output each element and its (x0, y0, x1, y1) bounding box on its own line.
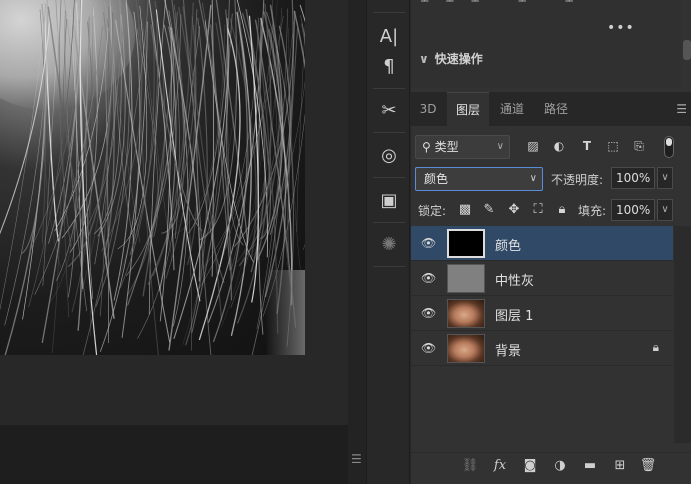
layers-bottom-bar: ⛓ fx ◙ ◑ ▬ ⊞ 🗑︎ (411, 452, 691, 478)
filter-toggle[interactable] (664, 136, 674, 158)
paragraph-panel-icon[interactable]: ¶ (367, 56, 411, 77)
panel-dock-strip: A| ¶ ✂ ◎ ▣ ✺ (366, 0, 410, 484)
filter-kind-label: 类型 (434, 140, 459, 154)
adjustment-layer-icon[interactable]: ◑ (551, 457, 569, 475)
lock-position-move-icon[interactable]: ✥ (506, 202, 522, 218)
trash-icon[interactable]: 🗑︎ (639, 457, 657, 475)
panel-menu-icon[interactable]: ☰ (351, 452, 362, 466)
layer-row[interactable]: 👁︎ 背景 🔒︎ (411, 331, 673, 366)
dock-separator (373, 88, 405, 89)
pixel-filter-icon[interactable]: ▨ (525, 138, 541, 154)
hair-strand (0, 21, 45, 311)
tool-presets-icon[interactable]: ✂ (367, 100, 411, 121)
eye-icon[interactable]: 👁︎ (421, 271, 436, 285)
layer-thumbnail[interactable] (447, 264, 485, 293)
new-layer-icon[interactable]: ⊞ (611, 457, 629, 475)
eye-icon[interactable]: 👁︎ (421, 341, 436, 355)
type-filter-icon[interactable]: T (579, 138, 595, 154)
blend-mode-select[interactable]: 颜色 ∨ (415, 167, 543, 191)
tab-paths[interactable]: 路径 (535, 92, 577, 126)
tab-layers[interactable]: 图层 (447, 92, 489, 126)
eye-icon[interactable]: 👁︎ (421, 236, 436, 250)
fill-input[interactable]: 100% (611, 199, 655, 221)
layer-name[interactable]: 颜色 (495, 235, 521, 254)
adjustment-filter-icon[interactable]: ◐ (551, 138, 567, 154)
layer-name[interactable]: 图层 1 (495, 305, 533, 324)
lock-all-icon[interactable]: 🔒︎ (554, 202, 570, 218)
lock-image-brush-icon[interactable]: ✎ (481, 202, 497, 218)
opacity-input[interactable]: 100% (611, 167, 655, 189)
fill-dropdown[interactable]: ∨ (657, 199, 673, 221)
dock-separator (373, 266, 405, 267)
opacity-label: 不透明度: (551, 173, 604, 187)
hair-strand (296, 22, 305, 233)
panel-scrollbar[interactable] (683, 40, 691, 60)
more-icon[interactable]: ••• (607, 20, 635, 36)
tab-channels[interactable]: 通道 (491, 92, 533, 126)
lock-artboard-icon[interactable]: ⛶ (530, 202, 546, 218)
link-layers-icon[interactable]: ⛓ (461, 457, 479, 475)
blend-mode-value: 颜色 (424, 172, 449, 186)
canvas-scrollbar[interactable]: ☰ (348, 0, 366, 484)
opacity-dropdown[interactable]: ∨ (657, 167, 673, 189)
fx-icon[interactable]: fx (491, 457, 509, 475)
hair-strand (127, 26, 175, 306)
hair-strands (0, 0, 305, 355)
layer-name[interactable]: 中性灰 (495, 270, 534, 289)
layer-thumbnail[interactable] (447, 334, 485, 363)
layers-list: 👁︎ 颜色 👁︎ 中性灰 👁︎ 图层 1 👁︎ 背景 🔒︎ (411, 226, 673, 366)
chevron-down-icon: ∨ (496, 141, 504, 152)
adjust-icon[interactable]: ◎ (367, 145, 411, 166)
layer-name[interactable]: 背景 (495, 340, 521, 359)
hair-photo[interactable] (0, 0, 305, 355)
layer-row[interactable]: 👁︎ 图层 1 (411, 296, 673, 331)
blend-row: 颜色 ∨ 不透明度: 100% ∨ (411, 165, 691, 193)
layer-filter-row: ⚲ 类型 ∨ ▨ ◐ T ⬚ ⎘ (411, 132, 691, 162)
photo-edge-shade (265, 270, 305, 355)
layer-thumbnail[interactable] (447, 299, 485, 328)
layer-mask-icon[interactable]: ◙ (521, 457, 539, 475)
tab-3d[interactable]: 3D (411, 92, 445, 126)
dock-separator (373, 12, 405, 13)
stamp-icon[interactable]: ▣ (367, 190, 411, 211)
hair-strand (111, 14, 135, 245)
chevron-down-icon: ∨ (419, 52, 429, 66)
layer-row[interactable]: 👁︎ 颜色 (411, 226, 673, 261)
canvas-pasteboard (0, 425, 348, 484)
layers-scrollbar[interactable] (674, 226, 691, 443)
hamburger-menu-icon[interactable]: ☰ (676, 102, 687, 116)
folder-icon[interactable]: ▬ (581, 457, 599, 475)
lock-icon[interactable]: 🔒︎ (653, 340, 659, 355)
lock-transparent-icon[interactable]: ▩ (457, 202, 473, 218)
character-panel-icon[interactable]: A| (367, 26, 411, 47)
right-panels: ┴┴┴ ┴ ┴ ••• ∨ 快速操作 3D 图层 通道 路径 ☰ ⚲ 类型 ∨ ▨… (411, 0, 691, 484)
filter-kind-select[interactable]: ⚲ 类型 ∨ (415, 135, 510, 159)
hair-strand (142, 11, 179, 297)
dock-separator (373, 222, 405, 223)
lock-label: 锁定: (418, 204, 447, 218)
chevron-down-icon: ∨ (529, 173, 537, 184)
lock-row: 锁定: ▩ ✎ ✥ ⛶ 🔒︎ 填充: 100% ∨ (411, 197, 691, 223)
dock-separator (373, 177, 405, 178)
layer-row[interactable]: 👁︎ 中性灰 (411, 261, 673, 296)
document-canvas[interactable] (0, 0, 348, 484)
hair-strand (0, 14, 51, 235)
brightness-icon[interactable]: ✺ (367, 234, 411, 255)
eye-icon[interactable]: 👁︎ (421, 306, 436, 320)
smart-object-filter-icon[interactable]: ⎘ (631, 138, 647, 154)
shape-filter-icon[interactable]: ⬚ (605, 138, 621, 154)
quick-actions-title[interactable]: ∨ 快速操作 (419, 50, 483, 67)
dock-separator (373, 132, 405, 133)
fill-label: 填充: (578, 204, 607, 218)
hair-strand (62, 19, 70, 318)
quick-actions-panel: ┴┴┴ ┴ ┴ ••• ∨ 快速操作 (411, 0, 691, 88)
layers-tabs-bar: 3D 图层 通道 路径 ☰ (411, 92, 691, 126)
layer-thumbnail[interactable] (447, 229, 485, 258)
search-icon: ⚲ (422, 140, 431, 154)
panel-top-icons: ┴┴┴ ┴ ┴ (421, 0, 591, 8)
